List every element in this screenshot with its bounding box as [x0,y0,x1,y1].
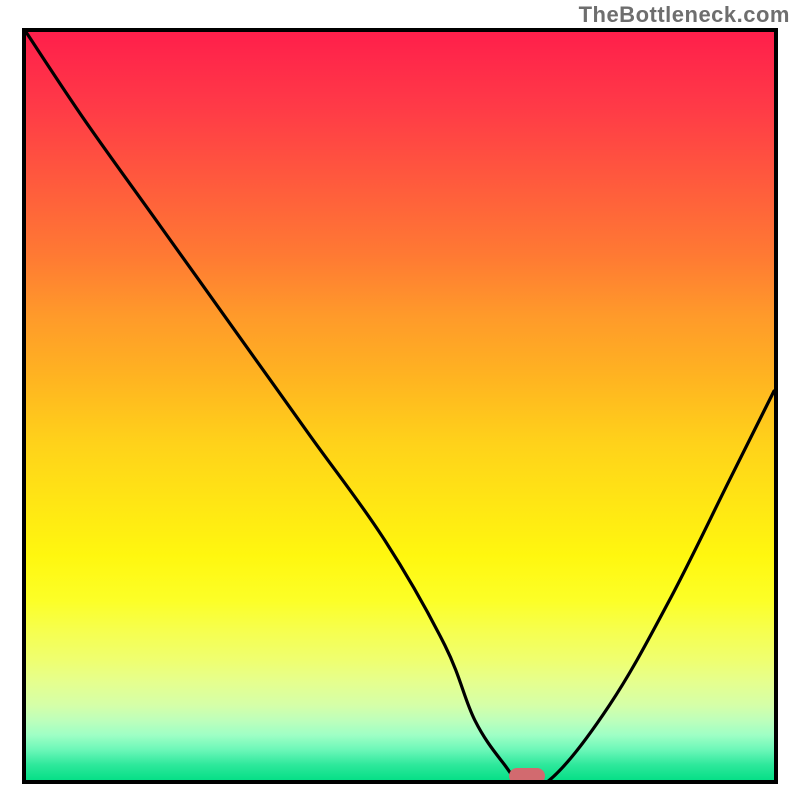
chart-container: TheBottleneck.com [0,0,800,800]
optimum-marker [509,768,545,784]
watermark-text: TheBottleneck.com [579,2,790,28]
plot-area [22,28,778,784]
bottleneck-curve [26,32,774,780]
